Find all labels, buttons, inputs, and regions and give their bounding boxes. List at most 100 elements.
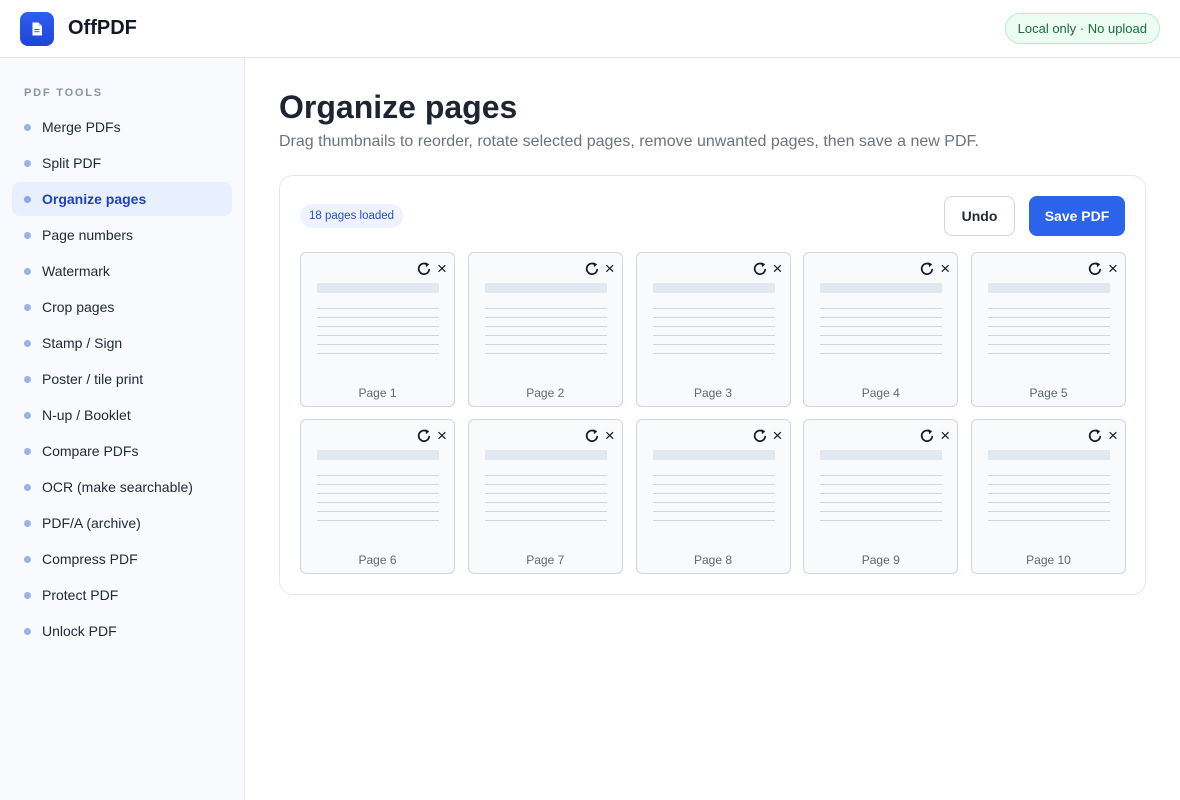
sidebar-item-merge-pdfs[interactable]: Merge PDFs: [12, 110, 232, 144]
sidebar-item-label: Compare PDFs: [42, 443, 139, 459]
save-pdf-button[interactable]: Save PDF: [1029, 196, 1125, 236]
preview-text-line: [988, 308, 1110, 309]
page-title: Organize pages: [279, 89, 518, 125]
rotate-icon[interactable]: [1087, 261, 1103, 277]
preview-text-line: [820, 493, 943, 494]
close-icon[interactable]: ×: [603, 427, 617, 444]
sidebar-item-ocr-make-searchable[interactable]: OCR (make searchable): [12, 470, 232, 504]
preview-text-line: [652, 308, 775, 309]
sidebar-item-compare-pdfs[interactable]: Compare PDFs: [12, 434, 232, 468]
preview-text-line: [317, 475, 439, 476]
page-label: Page 7: [526, 553, 565, 567]
page-thumbnail[interactable]: × Page 10: [971, 419, 1126, 574]
sidebar-item-unlock-pdf[interactable]: Unlock PDF: [12, 614, 232, 648]
page-thumbnail[interactable]: × Page 1: [300, 252, 455, 407]
bullet-dot-icon: [24, 267, 31, 275]
sidebar-item-poster-tile-print[interactable]: Poster / tile print: [12, 362, 232, 396]
rotate-icon[interactable]: [584, 261, 600, 277]
preview-text-line: [652, 353, 775, 354]
sidebar-item-pdf-a-archive[interactable]: PDF/A (archive): [12, 506, 232, 540]
page-label: Page 4: [861, 386, 900, 400]
preview-text-line: [652, 484, 775, 485]
page-thumbnail[interactable]: × Page 9: [803, 419, 959, 574]
preview-heading-bar: [988, 283, 1110, 293]
sidebar-item-watermark[interactable]: Watermark: [12, 254, 232, 288]
preview-text-line: [820, 317, 943, 318]
bullet-dot-icon: [24, 231, 31, 239]
thumbnail-grid: × Page 1 × Page 2 × Page 3 × Page 4 × Page 5 × Page…: [300, 252, 1126, 574]
close-icon[interactable]: ×: [938, 260, 952, 277]
bullet-dot-icon: [24, 303, 31, 311]
preview-heading-bar: [652, 283, 775, 293]
bullet-dot-icon: [24, 123, 31, 131]
preview-text-line: [988, 317, 1110, 318]
sidebar-item-crop-pages[interactable]: Crop pages: [12, 290, 232, 324]
preview-text-line: [820, 326, 943, 327]
preview-heading-bar: [317, 283, 439, 293]
sidebar-item-compress-pdf[interactable]: Compress PDF: [12, 542, 232, 576]
preview-text-line: [484, 475, 607, 476]
rotate-icon[interactable]: [416, 261, 432, 277]
preview-text-line: [652, 317, 775, 318]
page-thumbnail[interactable]: × Page 4: [803, 252, 959, 407]
page-thumbnail[interactable]: × Page 3: [635, 252, 791, 407]
page-preview: [484, 283, 607, 358]
sidebar-item-label: Protect PDF: [42, 587, 119, 603]
sidebar-item-stamp-sign[interactable]: Stamp / Sign: [12, 326, 232, 360]
preview-text-line: [652, 493, 775, 494]
rotate-icon[interactable]: [919, 261, 935, 277]
sidebar-item-label: Watermark: [42, 263, 110, 279]
preview-text-line: [317, 520, 439, 521]
page-label: Page 3: [693, 386, 733, 400]
page-thumbnail[interactable]: × Page 5: [971, 252, 1126, 407]
page-preview: [317, 450, 439, 525]
page-thumbnail[interactable]: × Page 7: [467, 419, 623, 574]
close-icon[interactable]: ×: [1106, 427, 1120, 444]
preview-text-line: [652, 502, 775, 503]
page-count-badge: 18 pages loaded: [300, 204, 404, 228]
rotate-icon[interactable]: [416, 428, 432, 444]
page-preview: [652, 450, 775, 525]
close-icon[interactable]: ×: [435, 260, 449, 277]
sidebar-heading: PDF TOOLS: [24, 87, 103, 99]
page-label: Page 2: [526, 386, 565, 400]
preview-text-line: [652, 475, 775, 476]
bullet-dot-icon: [24, 411, 31, 419]
close-icon[interactable]: ×: [938, 427, 952, 444]
rotate-icon[interactable]: [919, 428, 935, 444]
sidebar-item-n-up-booklet[interactable]: N-up / Booklet: [12, 398, 232, 432]
sidebar-item-organize-pages[interactable]: Organize pages: [12, 182, 232, 216]
close-icon[interactable]: ×: [771, 427, 785, 444]
preview-text-line: [317, 493, 439, 494]
sidebar-item-page-numbers[interactable]: Page numbers: [12, 218, 232, 252]
preview-heading-bar: [820, 450, 943, 460]
preview-text-line: [820, 335, 943, 336]
preview-text-line: [484, 502, 607, 503]
bullet-dot-icon: [24, 339, 31, 347]
preview-text-line: [484, 317, 607, 318]
close-icon[interactable]: ×: [1106, 260, 1120, 277]
preview-text-line: [988, 335, 1110, 336]
rotate-icon[interactable]: [752, 261, 768, 277]
page-thumbnail[interactable]: × Page 8: [635, 419, 791, 574]
close-icon[interactable]: ×: [435, 427, 449, 444]
sidebar-item-protect-pdf[interactable]: Protect PDF: [12, 578, 232, 612]
app-logo[interactable]: [20, 12, 54, 46]
close-icon[interactable]: ×: [771, 260, 785, 277]
sidebar-item-label: Split PDF: [42, 155, 102, 171]
close-icon[interactable]: ×: [603, 260, 617, 277]
rotate-icon[interactable]: [752, 428, 768, 444]
undo-button[interactable]: Undo: [944, 196, 1015, 236]
page-label: Page 6: [358, 553, 397, 567]
preview-text-line: [652, 520, 775, 521]
rotate-icon[interactable]: [584, 428, 600, 444]
bullet-dot-icon: [24, 627, 31, 635]
page-thumbnail[interactable]: × Page 6: [300, 419, 455, 574]
preview-text-line: [820, 484, 943, 485]
page-thumbnail[interactable]: × Page 2: [467, 252, 623, 407]
rotate-icon[interactable]: [1087, 428, 1103, 444]
preview-text-line: [820, 353, 943, 354]
preview-text-line: [484, 520, 607, 521]
sidebar-item-split-pdf[interactable]: Split PDF: [12, 146, 232, 180]
sidebar-item-label: Organize pages: [42, 191, 147, 207]
